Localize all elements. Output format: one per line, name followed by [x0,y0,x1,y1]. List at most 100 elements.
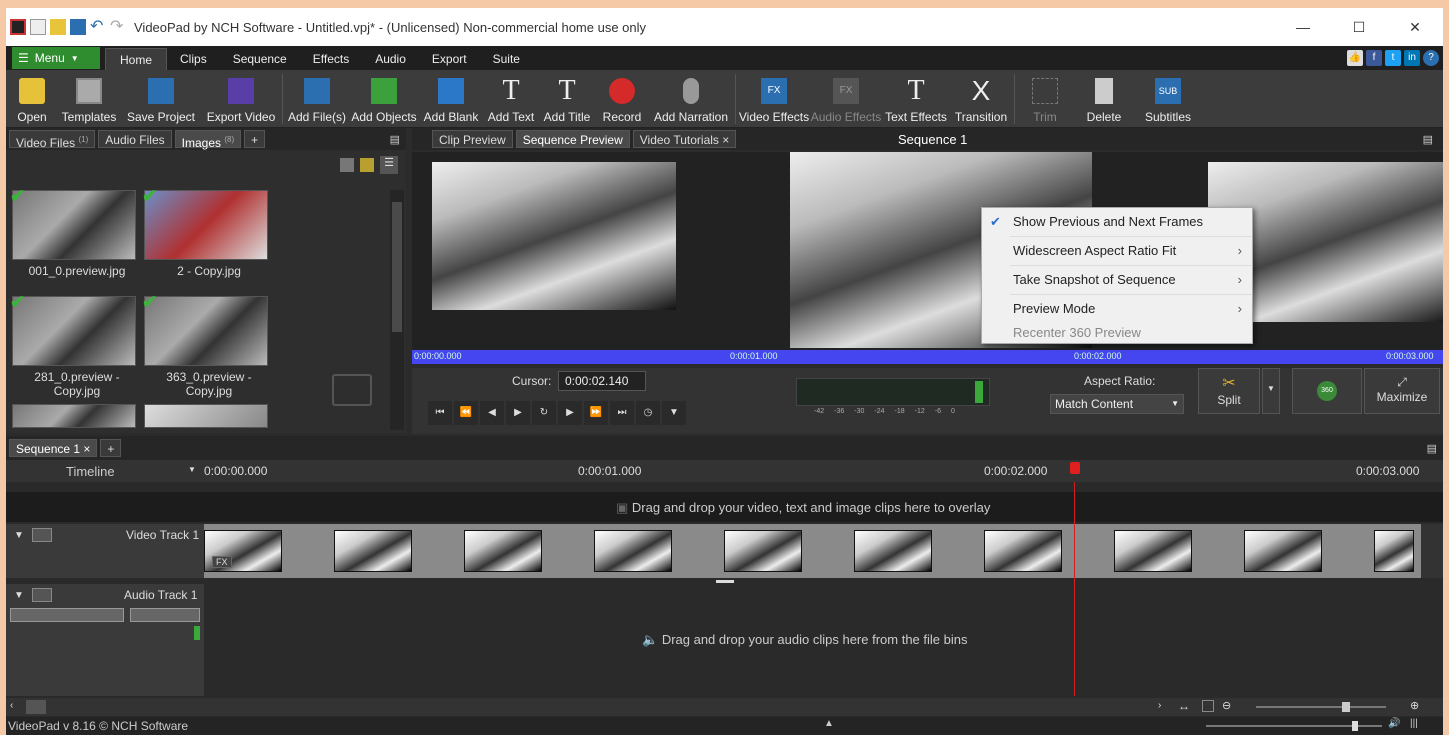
bins-scrollbar[interactable] [390,190,404,430]
undock-icon[interactable]: ▤ [1423,133,1433,146]
close-tab-icon[interactable]: × [83,442,90,456]
record-button[interactable]: Record [595,70,649,128]
delete-button[interactable]: Delete [1073,70,1135,128]
tab-video-files[interactable]: Video Files (1) [9,130,96,150]
bin-item[interactable]: ✔ 281_0.preview - Copy.jpg [10,292,142,398]
list-view-icon[interactable]: ☰ [380,156,398,174]
export-video-button[interactable]: Export Video [202,70,280,128]
cursor-time-field[interactable]: 0:00:02.140 [558,371,646,391]
tab-export[interactable]: Export [419,48,480,70]
bin-item[interactable] [144,404,268,428]
add-narration-button[interactable]: Add Narration [649,70,733,128]
minimize-button[interactable]: — [1275,8,1331,46]
scroll-right-icon[interactable]: › [1158,700,1161,711]
tab-audio-files[interactable]: Audio Files [98,130,172,148]
split-button[interactable]: ✂ Split [1198,368,1260,414]
chevron-down-icon[interactable]: ▼ [188,465,196,474]
scroll-thumb[interactable] [26,700,46,714]
zoom-fit-icon[interactable] [1202,700,1214,712]
bin-item[interactable]: ✔ 363_0.preview - Copy.jpg [142,292,274,398]
go-start-icon[interactable]: ⏮ [428,401,452,425]
vr-360-button[interactable]: 360 [1292,368,1362,414]
add-title-button[interactable]: T Add Title [539,70,595,128]
speaker-icon[interactable]: 🔊 [1388,718,1400,729]
transition-button[interactable]: X Transition [950,70,1012,128]
zoom-slider-thumb[interactable] [1342,702,1350,712]
clip-fx-badge[interactable]: FX [212,556,232,568]
collapse-up-icon[interactable]: ▲ [824,718,834,729]
bin-item[interactable] [12,404,136,428]
menu-item-preview-mode[interactable]: Preview Mode › [982,295,1252,323]
subtitles-button[interactable]: SUB Subtitles [1135,70,1201,128]
timeline-ruler[interactable]: Timeline ▼ 0:00:00.000 0:00:01.000 0:00:… [6,460,1443,482]
folder-bin-icon[interactable] [360,158,374,172]
zoom-out-icon[interactable]: ⊖ [1222,699,1231,712]
redo-icon[interactable]: ↷ [110,19,126,35]
new-project-icon[interactable] [30,19,46,35]
add-sequence-button[interactable]: + [100,439,122,457]
go-end-icon[interactable]: ⏭ [610,401,634,425]
like-icon[interactable]: 👍 [1347,50,1363,66]
tab-video-tutorials[interactable]: Video Tutorials × [632,130,737,148]
save-project-button[interactable]: Save Project [120,70,202,128]
zoom-slider[interactable] [1256,706,1386,708]
close-window-button[interactable]: ✕ [1387,8,1443,46]
maximize-preview-button[interactable]: ⤢ Maximize [1364,368,1440,414]
step-forward-icon[interactable]: ▶ [558,401,582,425]
add-blank-button[interactable]: Add Blank [419,70,483,128]
prev-frame-icon[interactable]: ⏪ [454,401,478,425]
tab-suite[interactable]: Suite [480,48,533,70]
templates-button[interactable]: Templates [58,70,120,128]
add-objects-button[interactable]: Add Objects [349,70,419,128]
pan-slider[interactable] [130,608,200,622]
trim-button[interactable]: Trim [1017,70,1073,128]
delete-bin-icon[interactable] [340,158,354,172]
bins-scrollbar-thumb[interactable] [392,202,402,332]
help-icon[interactable]: ? [1423,50,1439,66]
save-icon[interactable] [70,19,86,35]
menu-item-widescreen-fit[interactable]: Widescreen Aspect Ratio Fit › [982,237,1252,265]
undo-icon[interactable]: ↶ [90,19,106,35]
close-tab-icon[interactable]: × [722,133,729,147]
timeline-scrollbar[interactable]: ‹ › ↔ ⊖ ⊕ [6,698,1443,716]
tab-sequence-1[interactable]: Sequence 1 × [9,439,98,457]
volume-slider[interactable] [10,608,124,622]
bin-item[interactable]: ✔ 001_0.preview.jpg [10,186,142,278]
chevron-down-icon[interactable]: ▼ [14,590,24,601]
play-icon[interactable]: ▶ [506,401,530,425]
add-text-button[interactable]: T Add Text [483,70,539,128]
add-files-button[interactable]: Add File(s) [285,70,349,128]
eye-icon[interactable] [32,528,52,542]
speed-icon[interactable]: ◷ [636,401,660,425]
tab-clip-preview[interactable]: Clip Preview [432,130,513,148]
tab-effects[interactable]: Effects [300,48,362,70]
text-effects-button[interactable]: T Text Effects [882,70,950,128]
tab-images[interactable]: Images (8) [174,130,242,150]
add-bin-button[interactable]: + [244,130,266,148]
video-clip-strip[interactable]: FX [204,524,1421,578]
linkedin-icon[interactable]: in [1404,50,1420,66]
open-button[interactable]: Open [6,70,58,128]
zoom-in-icon[interactable]: ⊕ [1410,699,1419,712]
audio-effects-button[interactable]: FX Audio Effects [810,70,882,128]
split-dropdown-button[interactable]: ▼ [1262,368,1280,414]
twitter-icon[interactable]: t [1385,50,1401,66]
bin-item[interactable]: ✔ 2 - Copy.jpg [142,186,274,278]
main-menu-button[interactable]: ☰ Menu ▼ [12,47,100,69]
aspect-ratio-select[interactable]: Match Content ▼ [1050,394,1184,414]
tab-audio[interactable]: Audio [362,48,419,70]
step-back-icon[interactable]: ◀ [480,401,504,425]
tab-clips[interactable]: Clips [167,48,220,70]
scroll-left-icon[interactable]: ‹ [10,700,13,711]
tab-sequence[interactable]: Sequence [220,48,300,70]
undock-icon[interactable]: ▤ [1427,442,1437,455]
chevron-down-icon[interactable]: ▼ [662,401,686,425]
menu-item-show-prev-next[interactable]: ✔ Show Previous and Next Frames [982,208,1252,236]
menu-item-take-snapshot[interactable]: Take Snapshot of Sequence › [982,266,1252,294]
undock-icon[interactable]: ▤ [390,133,400,146]
playhead-marker[interactable] [1070,462,1080,474]
open-project-icon[interactable] [50,19,66,35]
tab-home[interactable]: Home [105,48,168,70]
volume-slider-thumb[interactable] [1352,721,1358,731]
facebook-icon[interactable]: f [1366,50,1382,66]
